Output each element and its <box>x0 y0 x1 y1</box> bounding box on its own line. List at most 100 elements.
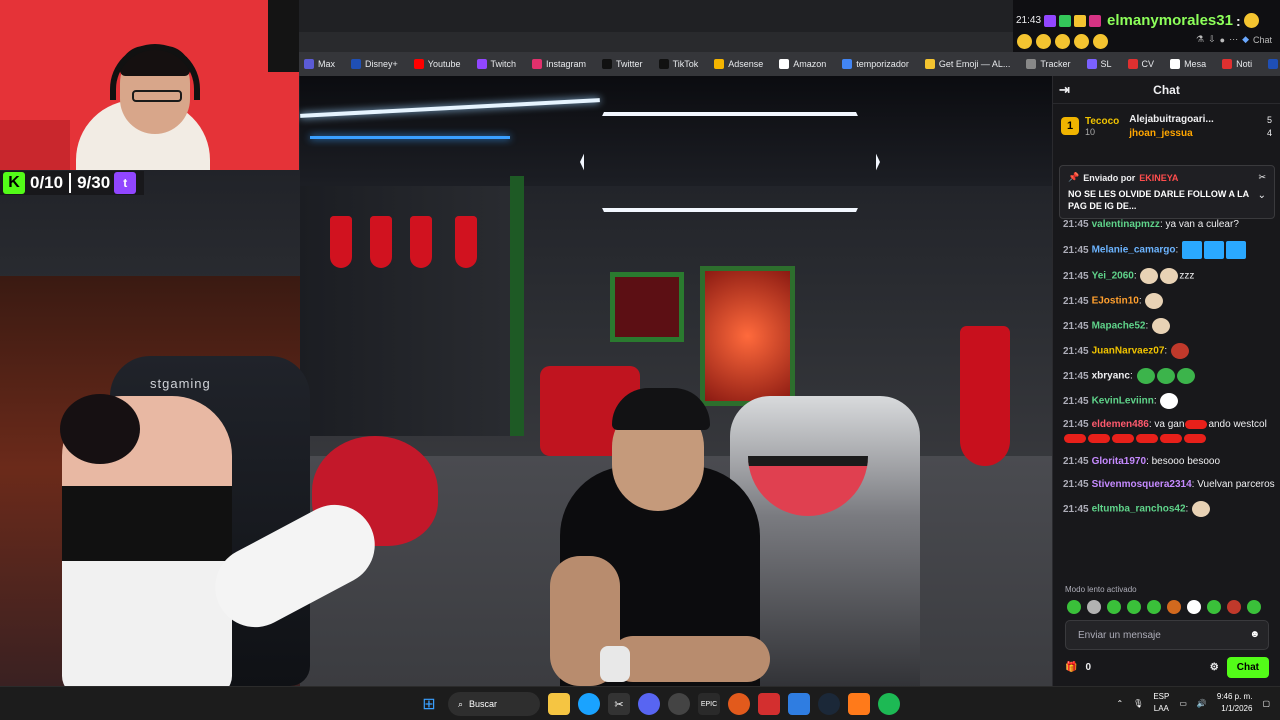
rank-medal-icon: 1 <box>1061 117 1079 135</box>
chat-message[interactable]: 21:45 EJostin10: <box>1063 293 1275 309</box>
bookmark-item[interactable]: TikTok <box>651 52 707 76</box>
chat-message[interactable]: 21:45 Yei_2060: zzz <box>1063 268 1275 284</box>
emote-icon[interactable] <box>1167 600 1181 614</box>
emote-icon[interactable] <box>1247 600 1261 614</box>
bookmark-item[interactable]: Noti <box>1214 52 1260 76</box>
message-username[interactable]: Stivenmosquera2314 <box>1092 479 1192 490</box>
unpin-icon[interactable]: ✂ <box>1258 172 1266 183</box>
file-explorer-icon[interactable] <box>548 693 570 715</box>
leader-third-name[interactable]: jhoan_jessua <box>1129 128 1213 139</box>
message-username[interactable]: Melanie_camargo <box>1092 245 1176 256</box>
download-icon[interactable]: ⇩ <box>1208 34 1216 45</box>
bookmark-item[interactable]: Twitch <box>469 52 525 76</box>
pinned-message[interactable]: 📌 Enviado por EKINEYA NO SE LES OLVIDE D… <box>1059 165 1275 219</box>
overlay-time: 21:43 <box>1016 15 1042 26</box>
spotify-icon[interactable] <box>878 693 900 715</box>
gift-icon[interactable]: 🎁 <box>1065 662 1077 673</box>
clock[interactable]: 9:46 p. m. 1/1/2026 <box>1217 691 1253 715</box>
chat-message[interactable]: 21:45 xbryanc: <box>1063 368 1275 384</box>
app-icon[interactable] <box>788 693 810 715</box>
message-username[interactable]: Mapache52 <box>1092 321 1146 332</box>
bookmark-item[interactable]: Get Emoji — AL... <box>917 52 1019 76</box>
message-username[interactable]: Yei_2060 <box>1092 271 1134 282</box>
edge-browser-icon[interactable] <box>578 693 600 715</box>
chat-message-input[interactable]: Enviar un mensaje ☻ <box>1065 620 1269 650</box>
chat-message[interactable]: 21:45 Stivenmosquera2314: Vuelvan parcero… <box>1063 478 1275 492</box>
bookmark-item[interactable]: Max <box>296 52 343 76</box>
emote-icon[interactable] <box>1207 600 1221 614</box>
windows-start-icon[interactable]: ⊞ <box>418 693 440 715</box>
copilot-icon[interactable]: ◆ <box>1242 34 1249 45</box>
microphone-icon[interactable]: 🎙 <box>1133 699 1143 708</box>
chat-toolbar-label[interactable]: Chat <box>1253 35 1272 45</box>
bookmark-item[interactable]: Amazon <box>771 52 834 76</box>
settings-gear-icon[interactable]: ⚙ <box>1210 662 1219 673</box>
bookmark-item[interactable]: Disney+ <box>343 52 406 76</box>
notifications-icon[interactable]: ▢ <box>1262 699 1270 708</box>
collapse-chat-icon[interactable]: ⇥ <box>1059 82 1070 98</box>
chevron-down-icon[interactable]: ⌄ <box>1258 190 1266 201</box>
emote-icon[interactable] <box>1187 600 1201 614</box>
bookmark-item[interactable]: Youtube <box>406 52 469 76</box>
volume-icon[interactable]: 🔊 <box>1197 699 1207 708</box>
language-indicator[interactable]: ESP LAA <box>1153 691 1169 715</box>
message-time: 21:45 <box>1063 503 1089 515</box>
chat-message[interactable]: 21:45 Melanie_camargo: <box>1063 241 1275 259</box>
bookmark-item[interactable]: Mesa <box>1162 52 1214 76</box>
discord-icon[interactable] <box>638 693 660 715</box>
bookmark-item[interactable]: Emogis <box>1260 52 1280 76</box>
emote-icon[interactable] <box>1087 600 1101 614</box>
app-icon[interactable] <box>848 693 870 715</box>
chat-message[interactable]: 21:45 eldemen486: va gan ando westcol <box>1063 418 1275 446</box>
chat-emote-icon <box>1152 318 1171 334</box>
message-username[interactable]: Glorita1970 <box>1092 456 1146 467</box>
bookmark-favicon-icon <box>1086 59 1097 69</box>
chat-message[interactable]: 21:45 valentinapmzz: ya van a culear? <box>1063 218 1275 232</box>
message-username[interactable]: eldemen486 <box>1092 419 1149 430</box>
bookmark-item[interactable]: Adsense <box>706 52 771 76</box>
more-menu-icon[interactable]: ⋯ <box>1229 34 1238 45</box>
laugh-emoji-icon <box>1243 13 1259 28</box>
bookmark-favicon-icon <box>304 59 314 69</box>
browser-toolbar-right[interactable]: ⚗ ⇩ ● ⋯ ◆ Chat <box>1196 34 1272 45</box>
chat-message[interactable]: 21:45 Mapache52: <box>1063 318 1275 334</box>
chat-message[interactable]: 21:45 KevinLeviinn: <box>1063 393 1275 409</box>
chat-message[interactable]: 21:45 Glorita1970: besooo besooo <box>1063 455 1275 469</box>
chat-message[interactable]: 21:45 JuanNarvaez07: <box>1063 343 1275 359</box>
emote-icon[interactable] <box>1147 600 1161 614</box>
snipping-tool-icon[interactable]: ✂ <box>608 693 630 715</box>
taskbar-search[interactable]: ⌕ Buscar <box>448 692 540 716</box>
send-chat-button[interactable]: Chat <box>1226 656 1269 678</box>
bookmark-item[interactable]: Tracker <box>1018 52 1078 76</box>
bookmark-item[interactable]: SL <box>1079 52 1120 76</box>
emoji-picker-icon[interactable]: ☻ <box>1249 629 1260 640</box>
steam-icon[interactable] <box>818 693 840 715</box>
obs-icon[interactable] <box>668 693 690 715</box>
message-username[interactable]: xbryanc <box>1092 371 1130 382</box>
message-username[interactable]: valentinapmzz <box>1092 219 1160 230</box>
chevron-up-icon[interactable]: ⌃ <box>1116 699 1123 708</box>
emote-icon[interactable] <box>1107 600 1121 614</box>
message-username[interactable]: KevinLeviinn <box>1092 396 1154 407</box>
epic-games-icon[interactable]: EPIC <box>698 693 720 715</box>
profile-avatar-icon[interactable]: ● <box>1220 35 1225 45</box>
bookmark-item[interactable]: Instagram <box>524 52 594 76</box>
bookmark-favicon-icon <box>476 59 487 69</box>
bookmark-item[interactable]: CV <box>1120 52 1163 76</box>
network-icon[interactable]: ▭ <box>1179 699 1187 708</box>
bookmark-item[interactable]: Twitter <box>594 52 651 76</box>
extensions-icon[interactable]: ⚗ <box>1196 34 1204 45</box>
emote-icon[interactable] <box>1067 600 1081 614</box>
leader-first[interactable]: Tecoco 10 <box>1085 116 1119 137</box>
message-username[interactable]: EJostin10 <box>1092 296 1139 307</box>
message-username[interactable]: JuanNarvaez07 <box>1092 346 1165 357</box>
app-icon[interactable] <box>758 693 780 715</box>
chat-message[interactable]: 21:45 eltumba_ranchos42: <box>1063 501 1275 517</box>
message-username[interactable]: eltumba_ranchos42 <box>1092 504 1186 515</box>
emote-icon[interactable] <box>1127 600 1141 614</box>
bookmark-item[interactable]: temporizador <box>834 52 917 76</box>
message-text: ando westcol <box>1208 419 1267 430</box>
leader-second-name[interactable]: Alejabuitragoari... <box>1129 114 1213 125</box>
emote-icon[interactable] <box>1227 600 1241 614</box>
app-icon[interactable] <box>728 693 750 715</box>
